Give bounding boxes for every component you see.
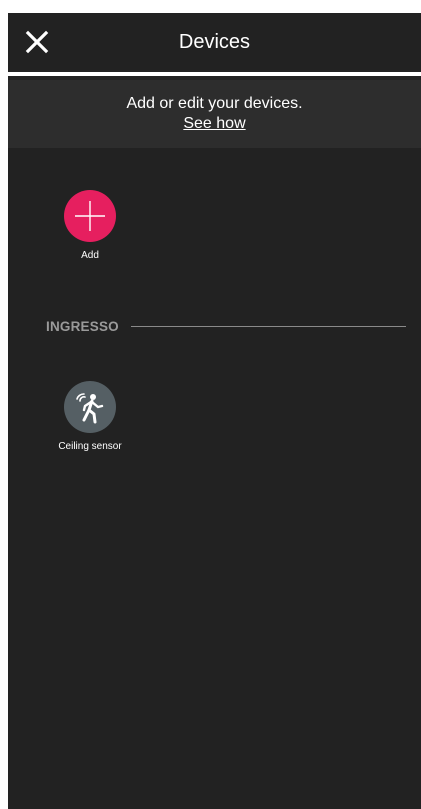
info-banner: Add or edit your devices. See how [8, 80, 421, 148]
close-icon [25, 30, 49, 54]
section-header-ingresso: INGRESSO [46, 318, 406, 336]
section-label: INGRESSO [46, 319, 119, 334]
add-device-tile[interactable]: Add [40, 190, 140, 262]
device-label: Ceiling sensor [58, 441, 122, 452]
device-tile-ceiling-sensor[interactable]: Ceiling sensor [40, 381, 140, 453]
ceiling-sensor-button[interactable] [64, 381, 116, 433]
top-bar: Devices [8, 13, 421, 71]
see-how-link[interactable]: See how [183, 114, 245, 134]
devices-screen: Devices Add or edit your devices. See ho… [8, 13, 421, 809]
info-text: Add or edit your devices. [126, 95, 303, 112]
section-divider [131, 326, 406, 327]
motion-sensor-icon [76, 393, 104, 424]
add-button[interactable] [64, 190, 116, 242]
add-label: Add [81, 250, 99, 261]
close-button[interactable] [22, 27, 52, 57]
page-title: Devices [178, 31, 251, 53]
plus-icon [75, 201, 105, 231]
header-divider [8, 72, 421, 76]
